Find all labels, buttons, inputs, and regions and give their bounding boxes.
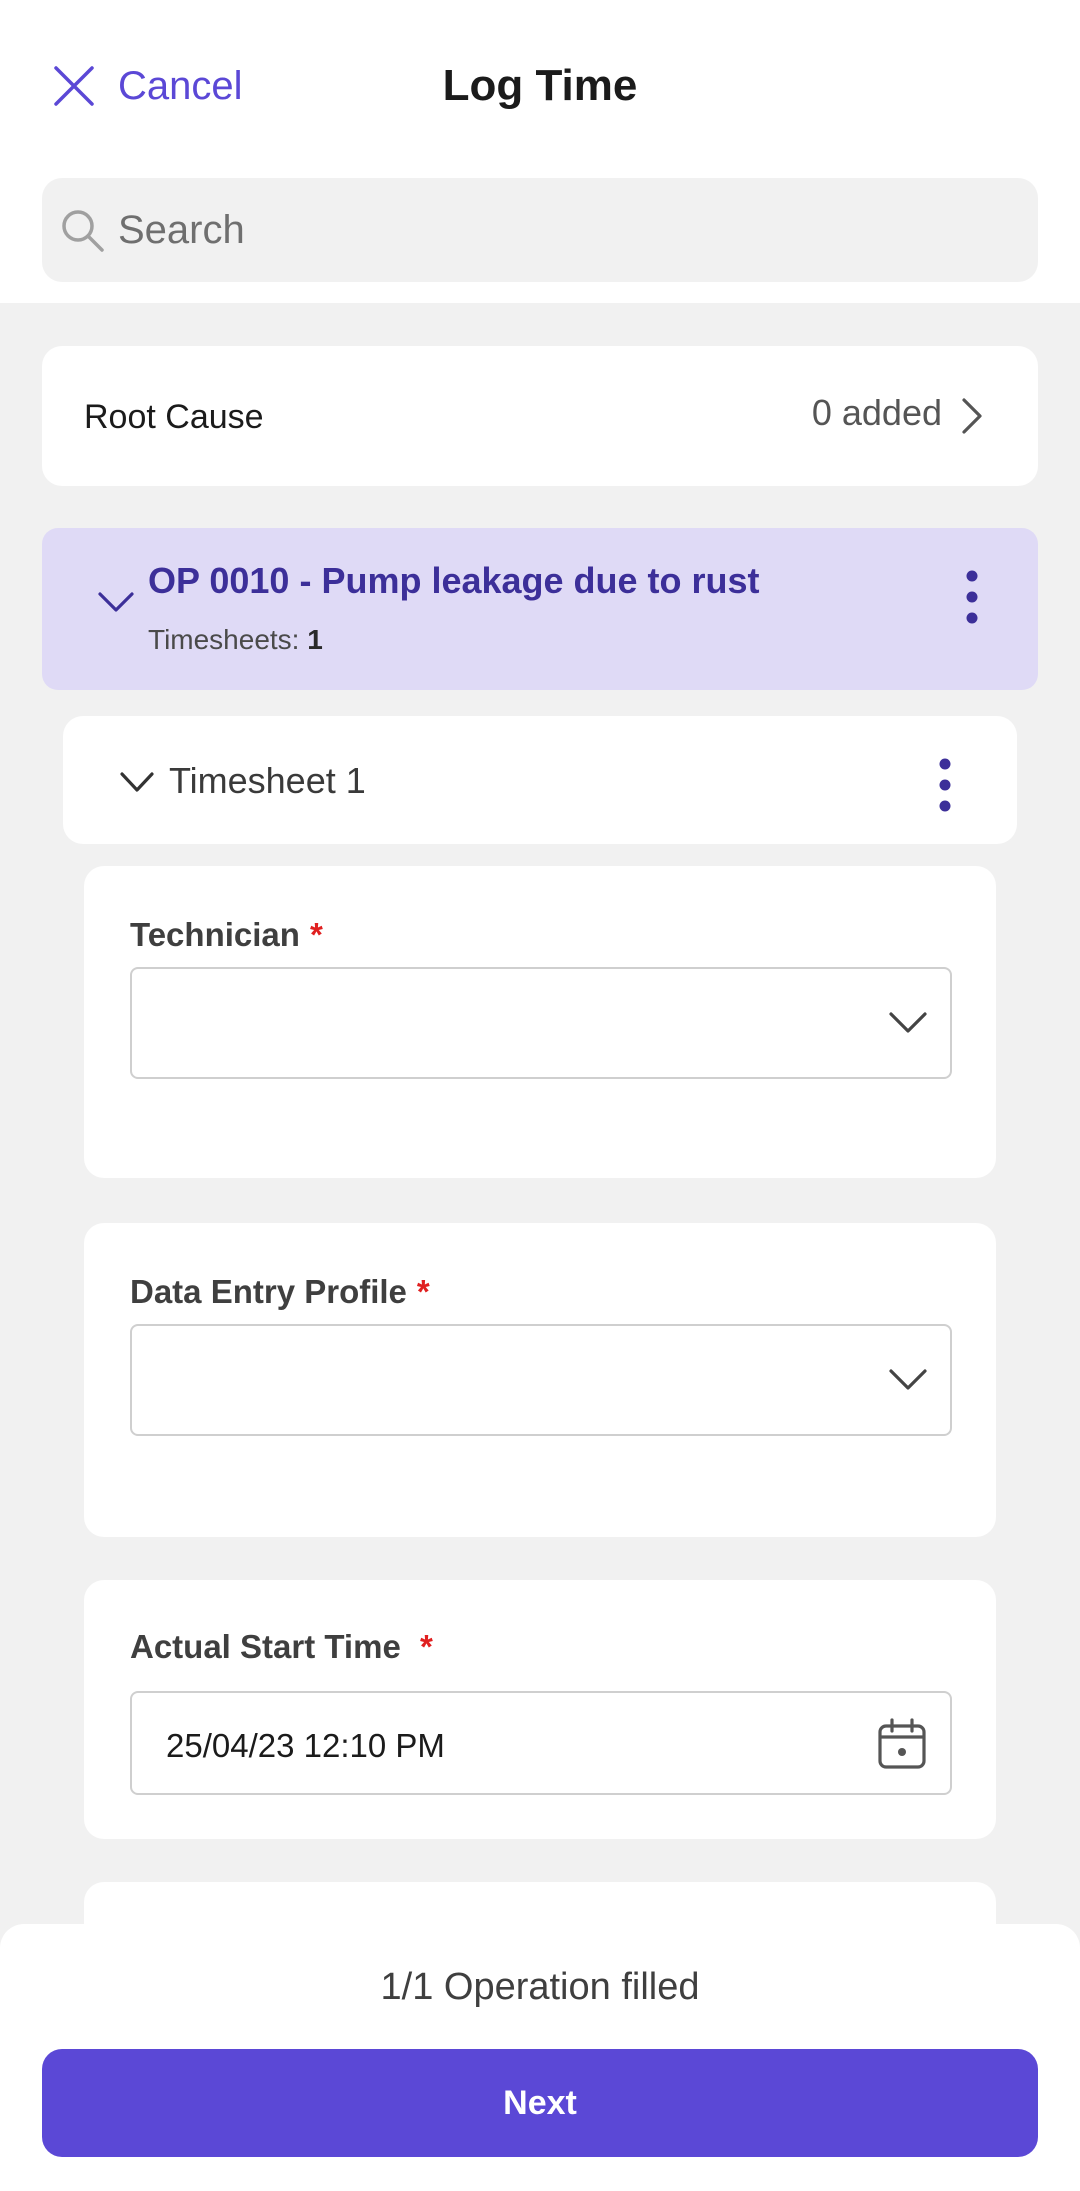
chevron-down-icon[interactable] [119, 768, 155, 798]
page-title: Log Time [442, 61, 638, 110]
timesheets-label: Timesheets: [148, 624, 300, 655]
operation-timesheets: Timesheets: 1 [148, 624, 323, 656]
operation-header: OP 0010 - Pump leakage due to rust Times… [42, 528, 1038, 690]
root-cause-row[interactable]: Root Cause 0 added [42, 346, 1038, 486]
required-marker: * [309, 916, 323, 953]
data-entry-profile-label: Data Entry Profile * [130, 1273, 430, 1310]
technician-label: Technician * [130, 916, 323, 953]
progress-status: 1/1 Operation filled [380, 1966, 700, 2008]
actual-start-time-value: 25/04/23 12:10 PM [166, 1727, 445, 1764]
required-marker: * [416, 1273, 430, 1310]
next-button[interactable]: Next [42, 2049, 1038, 2157]
more-options-icon[interactable] [962, 568, 982, 626]
search-bar[interactable] [42, 178, 1038, 282]
actual-start-time-card: Actual Start Time * 25/04/23 12:10 PM [84, 1580, 996, 1839]
search-input[interactable] [118, 178, 998, 282]
required-marker: * [419, 1628, 433, 1665]
timesheet-title: Timesheet 1 [169, 760, 366, 801]
root-cause-count: 0 added [811, 392, 942, 433]
operation-title: OP 0010 - Pump leakage due to rust [148, 560, 760, 601]
chevron-down-icon[interactable] [96, 584, 136, 620]
search-icon [62, 210, 104, 252]
chevron-right-icon [962, 398, 982, 434]
header-panel: Cancel Log Time [0, 0, 1080, 303]
actual-start-time-input[interactable]: 25/04/23 12:10 PM [130, 1691, 952, 1795]
technician-card: Technician * [84, 866, 996, 1178]
calendar-icon[interactable] [876, 1717, 928, 1771]
actual-start-time-label: Actual Start Time * [130, 1628, 433, 1665]
chevron-down-icon [889, 1012, 927, 1033]
chevron-down-icon [889, 1369, 927, 1390]
data-entry-profile-select[interactable] [130, 1324, 952, 1436]
bottom-bar: 1/1 Operation filled Next [0, 1924, 1080, 2191]
timesheets-count: 1 [307, 624, 323, 655]
root-cause-label: Root Cause [84, 398, 264, 436]
data-entry-profile-card: Data Entry Profile * [84, 1223, 996, 1537]
technician-select[interactable] [130, 967, 952, 1079]
more-options-icon[interactable] [935, 756, 955, 814]
timesheet-header: Timesheet 1 [63, 716, 1017, 844]
